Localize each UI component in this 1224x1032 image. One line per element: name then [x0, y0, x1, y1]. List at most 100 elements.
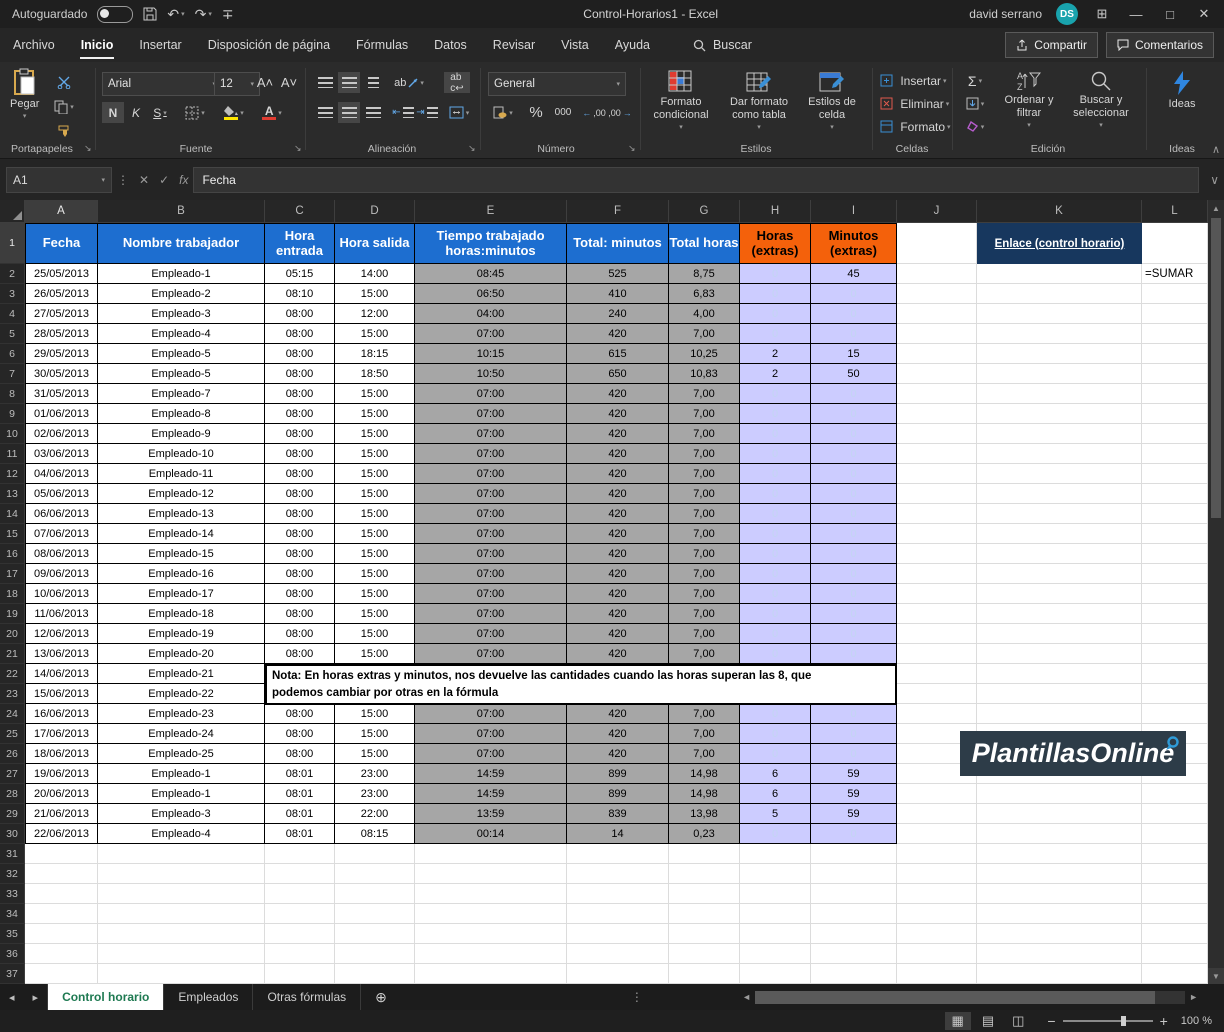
cell-J8[interactable] — [897, 384, 977, 404]
cell-I35[interactable] — [811, 924, 897, 944]
cell-I13[interactable]: 0 — [811, 484, 897, 504]
cell-H27[interactable]: 6 — [740, 764, 811, 784]
cell-D15[interactable]: 15:00 — [335, 524, 415, 544]
tab-ayuda[interactable]: Ayuda — [602, 28, 663, 62]
cell-F25[interactable]: 420 — [567, 724, 669, 744]
cell-J18[interactable] — [897, 584, 977, 604]
maximize-icon[interactable]: □ — [1160, 7, 1180, 22]
row-header-5[interactable]: 5 — [0, 324, 25, 344]
cell-B2[interactable]: Empleado-1 — [98, 264, 265, 284]
sort-filter-button[interactable]: AZ Ordenar y filtrar▾ — [998, 70, 1060, 129]
cell-B37[interactable] — [98, 964, 265, 984]
cell-E24[interactable]: 07:00 — [415, 704, 567, 724]
cell-A14[interactable]: 06/06/2013 — [25, 504, 98, 524]
cell-A25[interactable]: 17/06/2013 — [25, 724, 98, 744]
sheet-tab-otras-fórmulas[interactable]: Otras fórmulas — [253, 984, 361, 1010]
cell-J30[interactable] — [897, 824, 977, 844]
cell-E8[interactable]: 07:00 — [415, 384, 567, 404]
cell-J4[interactable] — [897, 304, 977, 324]
cell-A16[interactable]: 08/06/2013 — [25, 544, 98, 564]
cell-G24[interactable]: 7,00 — [669, 704, 740, 724]
cancel-entry-icon[interactable]: ✕ — [139, 173, 149, 187]
cell-A28[interactable]: 20/06/2013 — [25, 784, 98, 804]
cell-D29[interactable]: 22:00 — [335, 804, 415, 824]
cell-K32[interactable] — [977, 864, 1142, 884]
cell-F34[interactable] — [567, 904, 669, 924]
cell-C31[interactable] — [265, 844, 335, 864]
cell-B7[interactable]: Empleado-5 — [98, 364, 265, 384]
cell-K13[interactable] — [977, 484, 1142, 504]
cell-A10[interactable]: 02/06/2013 — [25, 424, 98, 444]
cell-B15[interactable]: Empleado-14 — [98, 524, 265, 544]
cell-I11[interactable]: 0 — [811, 444, 897, 464]
cell-E4[interactable]: 04:00 — [415, 304, 567, 324]
cell-I12[interactable]: 0 — [811, 464, 897, 484]
cell-A9[interactable]: 01/06/2013 — [25, 404, 98, 424]
hyperlink-control-horario[interactable]: Enlace (control horario) — [977, 223, 1142, 264]
cell-L31[interactable] — [1142, 844, 1208, 864]
cell-I27[interactable]: 59 — [811, 764, 897, 784]
cell-H31[interactable] — [740, 844, 811, 864]
underline-button[interactable]: S▾ — [147, 102, 173, 123]
cell-I8[interactable]: 0 — [811, 384, 897, 404]
cell-E7[interactable]: 10:50 — [415, 364, 567, 384]
cell-L30[interactable] — [1142, 824, 1208, 844]
cell-B4[interactable]: Empleado-3 — [98, 304, 265, 324]
decrease-decimal-icon[interactable]: ,00→ — [608, 102, 632, 123]
cell-E35[interactable] — [415, 924, 567, 944]
cell-E13[interactable]: 07:00 — [415, 484, 567, 504]
cell-F6[interactable]: 615 — [567, 344, 669, 364]
cell-D6[interactable]: 18:15 — [335, 344, 415, 364]
col-header-A[interactable]: A — [25, 200, 98, 223]
cell-D24[interactable]: 15:00 — [335, 704, 415, 724]
cell-I1[interactable]: Minutos (extras) — [811, 223, 897, 264]
ideas-button[interactable]: Ideas — [1156, 70, 1208, 110]
col-header-G[interactable]: G — [669, 200, 740, 223]
undo-icon[interactable]: ↶▾ — [167, 7, 184, 21]
cell-D12[interactable]: 15:00 — [335, 464, 415, 484]
merge-center-icon[interactable]: ▾ — [444, 102, 474, 123]
cell-F5[interactable]: 420 — [567, 324, 669, 344]
cell-H35[interactable] — [740, 924, 811, 944]
cell-L33[interactable] — [1142, 884, 1208, 904]
tab-formulas[interactable]: Fórmulas — [343, 28, 421, 62]
cell-B9[interactable]: Empleado-8 — [98, 404, 265, 424]
row-header-31[interactable]: 31 — [0, 844, 25, 864]
cell-A31[interactable] — [25, 844, 98, 864]
copy-icon[interactable]: ▾ — [52, 96, 76, 117]
cell-E30[interactable]: 00:14 — [415, 824, 567, 844]
cell-B17[interactable]: Empleado-16 — [98, 564, 265, 584]
find-select-button[interactable]: Buscar y seleccionar▾ — [1064, 70, 1138, 129]
cell-A17[interactable]: 09/06/2013 — [25, 564, 98, 584]
cell-G13[interactable]: 7,00 — [669, 484, 740, 504]
cell-L35[interactable] — [1142, 924, 1208, 944]
tab-datos[interactable]: Datos — [421, 28, 480, 62]
cell-C5[interactable]: 08:00 — [265, 324, 335, 344]
cell-B8[interactable]: Empleado-7 — [98, 384, 265, 404]
cell-C25[interactable]: 08:00 — [265, 724, 335, 744]
cell-K30[interactable] — [977, 824, 1142, 844]
cell-J9[interactable] — [897, 404, 977, 424]
cell-F33[interactable] — [567, 884, 669, 904]
cell-J37[interactable] — [897, 964, 977, 984]
cell-E11[interactable]: 07:00 — [415, 444, 567, 464]
cell-G6[interactable]: 10,25 — [669, 344, 740, 364]
cell-C26[interactable]: 08:00 — [265, 744, 335, 764]
cell-A6[interactable]: 29/05/2013 — [25, 344, 98, 364]
format-as-table-button[interactable]: Dar formato como tabla▾ — [722, 70, 796, 131]
cell-B35[interactable] — [98, 924, 265, 944]
zoom-in-icon[interactable]: + — [1160, 1013, 1168, 1029]
cell-D36[interactable] — [335, 944, 415, 964]
cell-K3[interactable] — [977, 284, 1142, 304]
cell-G14[interactable]: 7,00 — [669, 504, 740, 524]
cell-L21[interactable] — [1142, 644, 1208, 664]
cell-J17[interactable] — [897, 564, 977, 584]
cell-I15[interactable]: 0 — [811, 524, 897, 544]
cell-C10[interactable]: 08:00 — [265, 424, 335, 444]
cell-A13[interactable]: 05/06/2013 — [25, 484, 98, 504]
share-button[interactable]: Compartir — [1005, 32, 1098, 58]
row-header-13[interactable]: 13 — [0, 484, 25, 504]
cell-B13[interactable]: Empleado-12 — [98, 484, 265, 504]
cell-J15[interactable] — [897, 524, 977, 544]
cell-L16[interactable] — [1142, 544, 1208, 564]
